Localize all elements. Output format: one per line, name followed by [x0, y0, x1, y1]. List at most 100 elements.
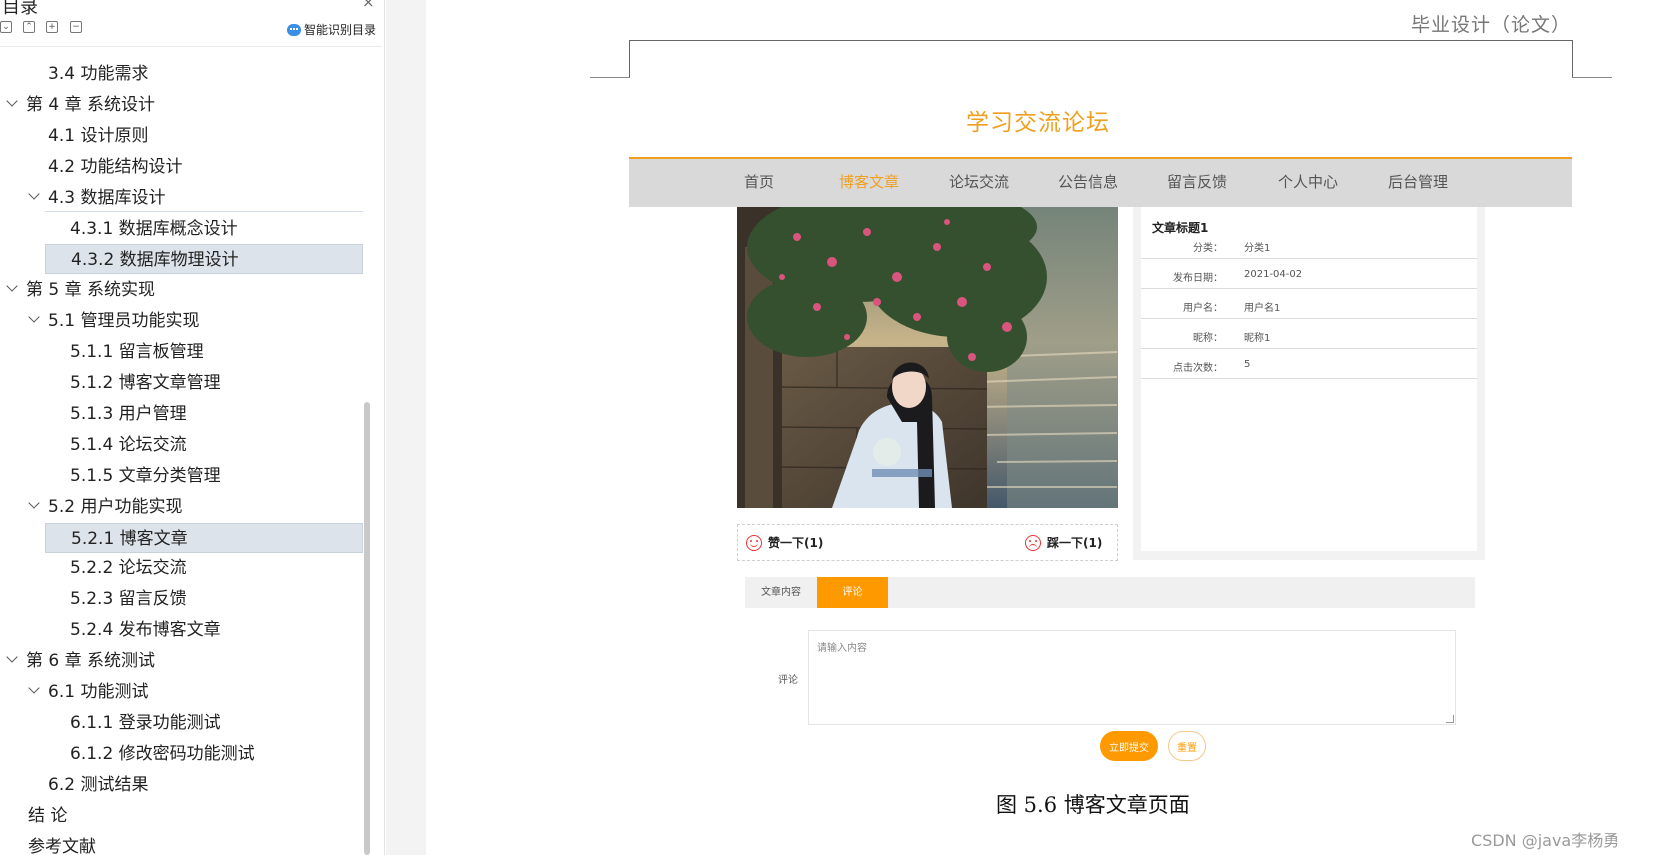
- toc-item-label: 结 论: [28, 806, 68, 826]
- toc-item[interactable]: 第 6 章 系统测试: [6, 646, 155, 676]
- toc-item[interactable]: 5.1 管理员功能实现: [28, 306, 199, 336]
- toc-item[interactable]: 5.1.2 博客文章管理: [70, 368, 221, 398]
- chevron-down-icon[interactable]: [6, 652, 20, 666]
- header-rule: [629, 40, 630, 78]
- toc-item[interactable]: 4.1 设计原则: [48, 121, 148, 151]
- info-value: 用户名1: [1244, 303, 1281, 314]
- toc-item[interactable]: 第 5 章 系统实现: [6, 275, 155, 305]
- toc-item-label: 4.3 数据库设计: [48, 188, 166, 208]
- article-info-panel: 文章标题1 分类： 分类1 发布日期： 2021-04-02 用户名： 用户名1…: [1133, 207, 1485, 560]
- toc-panel: 目录 × ⌄ ⌃ + − 智能识别目录 3.4 功能需求第 4 章 系统设计 4.…: [0, 0, 385, 855]
- toc-item-label: 5.2.4 发布博客文章: [70, 620, 221, 640]
- toc-item[interactable]: 5.2 用户功能实现: [28, 492, 182, 522]
- ai-recognize-icon: [287, 23, 301, 36]
- plus-icon[interactable]: +: [46, 21, 58, 33]
- toc-title: 目录: [2, 0, 38, 18]
- toc-item-label: 5.1.2 博客文章管理: [70, 373, 221, 393]
- toc-item[interactable]: 5.2.1 博客文章: [45, 523, 363, 553]
- like-label: 赞一下(1): [768, 536, 824, 550]
- resize-grip-icon[interactable]: [1446, 715, 1454, 723]
- smart-directory-label: 智能识别目录: [304, 23, 377, 37]
- toc-item-label: 第 5 章 系统实现: [26, 280, 156, 300]
- toc-item-label: 5.2.2 论坛交流: [70, 558, 187, 578]
- chevron-down-icon[interactable]: [6, 96, 20, 110]
- nav-item-admin[interactable]: 后台管理: [1388, 171, 1448, 192]
- toc-item[interactable]: 5.2.2 论坛交流: [70, 553, 187, 583]
- info-value: 昵称1: [1244, 333, 1271, 344]
- info-key: 发布日期：: [1173, 273, 1223, 284]
- toc-item-label: 4.2 功能结构设计: [48, 157, 183, 177]
- info-key: 昵称：: [1193, 333, 1223, 344]
- nav-item-home[interactable]: 首页: [744, 171, 774, 192]
- collapse-all-icon[interactable]: ⌄: [0, 21, 12, 33]
- chevron-down-icon[interactable]: [28, 498, 42, 512]
- info-key: 用户名：: [1183, 303, 1223, 314]
- toc-item-label: 6.1 功能测试: [48, 682, 149, 702]
- close-icon[interactable]: ×: [362, 0, 375, 11]
- tab-article-content[interactable]: 文章内容: [745, 577, 817, 608]
- toc-item[interactable]: 第 4 章 系统设计: [6, 90, 155, 120]
- chevron-down-icon[interactable]: [28, 189, 42, 203]
- nav-item-notices[interactable]: 公告信息: [1058, 171, 1118, 192]
- toc-item-label: 5.1.5 文章分类管理: [70, 466, 221, 486]
- submit-button[interactable]: 立即提交: [1100, 731, 1158, 761]
- toc-item[interactable]: 参考文献: [28, 832, 96, 855]
- toc-item-label: 6.1.1 登录功能测试: [70, 713, 221, 733]
- figure-caption: 图 5.6 博客文章页面: [996, 793, 1190, 817]
- toc-item[interactable]: 6.1 功能测试: [28, 677, 148, 707]
- toc-item[interactable]: 6.1.1 登录功能测试: [70, 708, 221, 738]
- toc-item[interactable]: 5.2.4 发布博客文章: [70, 615, 221, 645]
- nav-item-feedback[interactable]: 留言反馈: [1167, 171, 1227, 192]
- toc-item-label: 3.4 功能需求: [48, 64, 149, 84]
- info-key: 点击次数：: [1173, 363, 1223, 374]
- toc-item[interactable]: 3.4 功能需求: [48, 59, 148, 89]
- chevron-down-icon[interactable]: [28, 683, 42, 697]
- nav-item-profile[interactable]: 个人中心: [1278, 171, 1338, 192]
- toc-item[interactable]: 5.1.1 留言板管理: [70, 337, 204, 367]
- toc-item[interactable]: 5.2.3 留言反馈: [70, 584, 187, 614]
- smart-directory-button[interactable]: 智能识别目录: [287, 21, 376, 38]
- chevron-down-icon[interactable]: [28, 312, 42, 326]
- chevron-down-icon[interactable]: [6, 281, 20, 295]
- frown-icon: [1025, 534, 1041, 551]
- margin-mark: [590, 77, 630, 78]
- dislike-button[interactable]: 踩一下(1): [1025, 534, 1102, 551]
- toc-item[interactable]: 5.1.5 文章分类管理: [70, 461, 221, 491]
- like-button[interactable]: 赞一下(1): [746, 534, 823, 551]
- nav-item-forum[interactable]: 论坛交流: [949, 171, 1009, 192]
- expand-up-icon[interactable]: ⌃: [23, 21, 35, 33]
- toc-item-label: 第 4 章 系统设计: [26, 95, 156, 115]
- toc-item-label: 参考文献: [28, 837, 96, 855]
- smile-icon: [746, 534, 762, 551]
- header-rule: [629, 40, 1573, 41]
- tab-comments[interactable]: 评论: [817, 577, 888, 608]
- reset-button[interactable]: 重置: [1168, 731, 1206, 761]
- toc-item-label: 5.1.3 用户管理: [70, 404, 187, 424]
- minus-icon[interactable]: −: [70, 21, 82, 33]
- info-row-category: 分类： 分类1: [1141, 229, 1477, 259]
- toc-item-label: 5.1 管理员功能实现: [48, 311, 200, 331]
- toc-item-label: 4.3.2 数据库物理设计: [71, 250, 239, 270]
- toc-item[interactable]: 4.3 数据库设计: [28, 183, 165, 213]
- toc-item[interactable]: 4.3.1 数据库概念设计: [70, 214, 238, 244]
- nav-item-blog[interactable]: 博客文章: [839, 171, 899, 192]
- toc-divider: [0, 46, 382, 47]
- toc-item[interactable]: 结 论: [28, 801, 67, 831]
- margin-mark: [1572, 77, 1612, 78]
- toc-item[interactable]: 6.2 测试结果: [48, 770, 148, 800]
- toc-scrollbar[interactable]: [364, 402, 370, 855]
- comment-input[interactable]: [808, 630, 1456, 725]
- page-header-text: 毕业设计（论文）: [1411, 14, 1572, 36]
- toc-item[interactable]: 4.2 功能结构设计: [48, 152, 182, 182]
- article-info-card: 文章标题1 分类： 分类1 发布日期： 2021-04-02 用户名： 用户名1…: [1141, 207, 1477, 551]
- toc-item[interactable]: 4.3.2 数据库物理设计: [45, 244, 363, 274]
- toc-item-label: 5.2 用户功能实现: [48, 497, 183, 517]
- toc-item-label: 5.2.1 博客文章: [71, 529, 188, 549]
- toc-item[interactable]: 5.1.3 用户管理: [70, 399, 187, 429]
- info-value: 分类1: [1244, 243, 1271, 254]
- info-value: 5: [1244, 359, 1251, 370]
- toc-item[interactable]: 5.1.4 论坛交流: [70, 430, 187, 460]
- site-nav-bar: 首页 博客文章 论坛交流 公告信息 留言反馈 个人中心 后台管理: [629, 157, 1572, 207]
- toc-item[interactable]: 6.1.2 修改密码功能测试: [70, 739, 255, 769]
- comment-label: 评论: [778, 675, 798, 686]
